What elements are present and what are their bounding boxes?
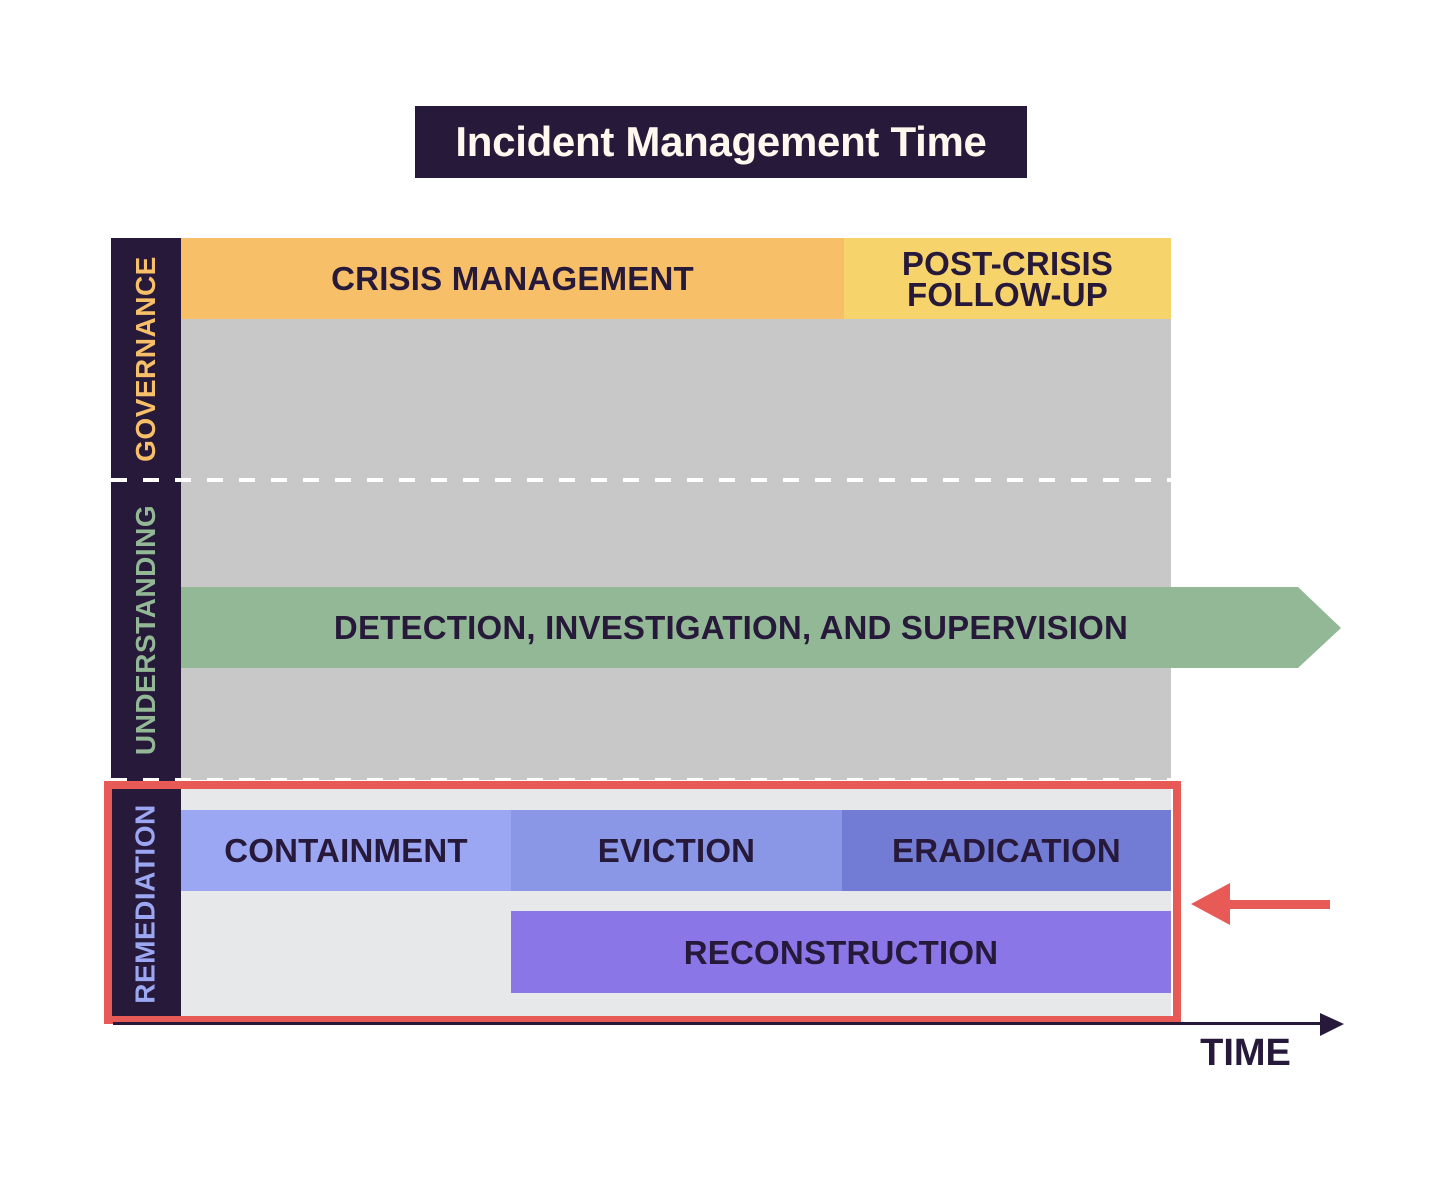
lane-label-understanding: UNDERSTANDING <box>111 480 181 780</box>
time-axis-arrowhead-icon <box>1320 1013 1344 1036</box>
time-axis-label: TIME <box>1200 1032 1291 1074</box>
post-crisis-follow-up-band: POST-CRISIS FOLLOW-UP <box>844 238 1171 319</box>
lane-label-governance-text: GOVERNANCE <box>130 256 162 462</box>
diagram-title: Incident Management Time <box>415 106 1027 178</box>
detection-investigation-supervision-band: DETECTION, INVESTIGATION, AND SUPERVISIO… <box>333 609 1129 646</box>
highlight-arrow-icon <box>1191 883 1330 925</box>
crisis-management-band: CRISIS MANAGEMENT <box>181 238 844 319</box>
remediation-highlight-frame <box>104 781 1181 1024</box>
lane-label-governance: GOVERNANCE <box>111 238 181 480</box>
lane-label-understanding-text: UNDERSTANDING <box>130 504 162 756</box>
lane-divider <box>111 478 1171 482</box>
